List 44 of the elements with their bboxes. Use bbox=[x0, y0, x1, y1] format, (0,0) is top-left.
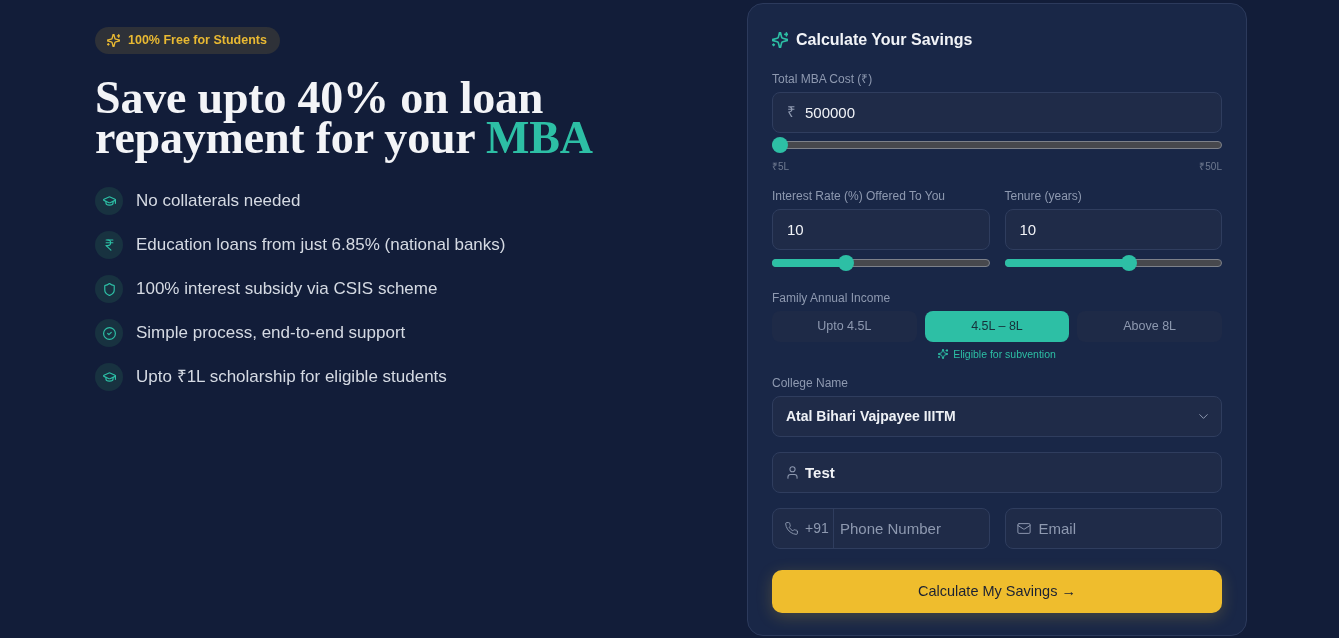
badge-label: 100% Free for Students bbox=[128, 34, 267, 47]
field-label: Family Annual Income bbox=[772, 290, 891, 306]
eligibility-note: Eligible for subvention bbox=[953, 347, 1056, 361]
feature-text: No collaterals needed bbox=[136, 190, 301, 212]
calculate-button[interactable]: Calculate My Savings → bbox=[772, 570, 1222, 613]
phone-icon bbox=[785, 522, 798, 535]
income-option[interactable]: 4.5L – 8L bbox=[924, 311, 1070, 342]
feature-text: Upto ₹1L scholarship for eligible students bbox=[136, 366, 447, 388]
feature-text: Education loans from just 6.85% (national banks) bbox=[136, 234, 506, 256]
slider-track[interactable] bbox=[772, 255, 990, 271]
mail-icon bbox=[1016, 523, 1031, 534]
range-max-label: ₹50L bbox=[1199, 160, 1222, 174]
field-label: Tenure (years) bbox=[1004, 188, 1082, 204]
card-title: Calculate Your Savings bbox=[796, 30, 973, 50]
slider-track[interactable] bbox=[772, 137, 1222, 153]
field-label: College Name bbox=[772, 375, 849, 391]
field-label: Interest Rate (%) Offered To You bbox=[772, 188, 945, 204]
rupee-prefix: ₹ bbox=[787, 103, 796, 121]
feature-text: Simple process, end-to-end support bbox=[136, 322, 406, 344]
user-icon bbox=[787, 466, 798, 479]
graduation-cap-icon bbox=[95, 187, 123, 215]
slider-thumb[interactable] bbox=[1121, 255, 1138, 271]
rate-input-field[interactable]: 10 bbox=[772, 209, 990, 250]
income-option[interactable]: Above 8L bbox=[1077, 311, 1222, 342]
chevron-down-icon bbox=[1199, 414, 1208, 419]
name-input-field[interactable]: Test bbox=[772, 452, 1222, 493]
tenure-input-field[interactable]: 10 bbox=[1004, 209, 1222, 250]
income-option[interactable]: Upto 4.5L bbox=[772, 311, 917, 342]
sparkle-icon bbox=[107, 34, 120, 47]
graduation-cap-icon bbox=[95, 363, 123, 391]
rupee-icon bbox=[95, 231, 123, 259]
shield-icon bbox=[95, 275, 123, 303]
college-select[interactable]: Atal Bihari Vajpayee IIITM bbox=[772, 396, 1222, 437]
sparkle-icon bbox=[938, 349, 949, 359]
slider-track[interactable] bbox=[1004, 255, 1222, 271]
slider-thumb[interactable] bbox=[838, 255, 855, 271]
email-input-field[interactable]: Email bbox=[1004, 508, 1222, 549]
slider-thumb[interactable] bbox=[772, 137, 788, 153]
field-label: Total MBA Cost (₹) bbox=[772, 71, 873, 87]
sparkle-icon bbox=[772, 32, 788, 48]
range-min-label: ₹5L bbox=[772, 160, 790, 174]
page-heading: Save upto 40% on loan repayment for your MBA bbox=[95, 76, 594, 164]
country-code: +91 bbox=[805, 519, 829, 538]
feature-text: 100% interest subsidy via CSIS scheme bbox=[136, 278, 438, 300]
